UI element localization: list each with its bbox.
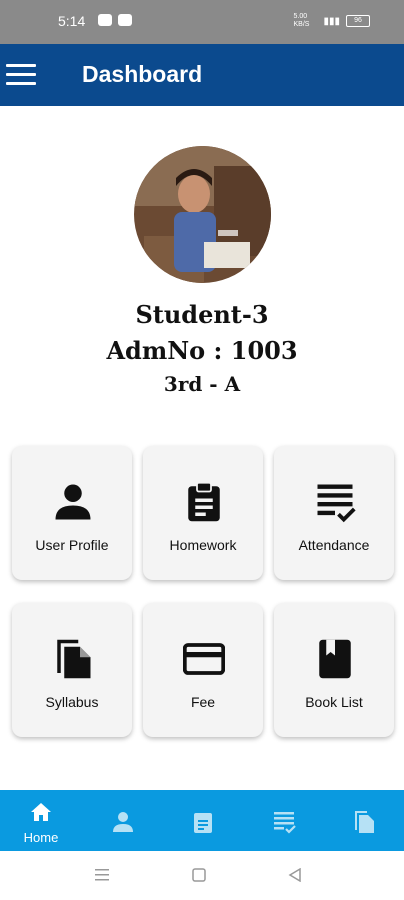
page-title: Dashboard [82, 61, 203, 87]
system-nav-bar [0, 851, 404, 900]
credit-card-icon [183, 643, 225, 675]
class-section: 3rd - A [163, 372, 241, 396]
home-square-icon[interactable] [192, 868, 206, 882]
status-time: 5:14 [58, 13, 86, 29]
fee-tile[interactable]: Fee [143, 603, 263, 737]
person-icon [55, 484, 91, 520]
notification-icon [98, 14, 112, 26]
youtube-icon [118, 14, 132, 26]
bottom-nav: Home [0, 790, 404, 851]
back-icon[interactable] [288, 868, 302, 882]
book-icon [319, 639, 351, 679]
attendance-tile[interactable]: Attendance [274, 446, 394, 580]
tile-label: Syllabus [45, 694, 99, 710]
clipboard-icon [194, 813, 212, 833]
nav-home-label: Home [23, 830, 59, 845]
recent-apps-icon[interactable] [95, 869, 109, 881]
status-bar: 5:14 5.00 KB/S ▮▮▮ 96 [0, 0, 404, 44]
tile-label: Homework [169, 537, 237, 553]
signal-icon: ▮▮▮ [323, 15, 340, 27]
home-icon [31, 803, 51, 821]
app-bar: Dashboard [0, 44, 404, 106]
checklist-icon [274, 812, 296, 834]
file-copy-icon [355, 811, 374, 833]
nav-home[interactable]: Home [11, 800, 71, 845]
net-speed: 5.00 KB/S [293, 13, 310, 28]
user-profile-tile[interactable]: User Profile [12, 446, 132, 580]
clipboard-icon [188, 481, 220, 522]
tile-label: Book List [305, 694, 363, 710]
tile-label: Fee [190, 694, 216, 710]
admission-number: AdmNo : 1003 [106, 336, 298, 365]
nav-homework[interactable] [173, 810, 233, 854]
nav-attendance[interactable] [254, 810, 314, 854]
file-copy-icon [57, 639, 91, 679]
tile-label: Attendance [298, 537, 370, 553]
status-right: 5.00 KB/S ▮▮▮ 96 [293, 13, 370, 29]
nav-syllabus[interactable] [334, 810, 394, 854]
book-list-tile[interactable]: Book List [274, 603, 394, 737]
battery-level: 96 [354, 17, 362, 24]
syllabus-tile[interactable]: Syllabus [12, 603, 132, 737]
menu-icon[interactable] [6, 64, 36, 86]
tile-label: User Profile [35, 537, 109, 553]
student-name: Student-3 [135, 300, 269, 329]
nav-profile[interactable] [93, 810, 153, 854]
homework-tile[interactable]: Homework [143, 446, 263, 580]
notification-icons [98, 14, 132, 26]
avatar [134, 146, 271, 283]
battery-icon: 96 [346, 15, 370, 27]
checklist-icon [317, 484, 356, 523]
person-icon [113, 812, 133, 832]
